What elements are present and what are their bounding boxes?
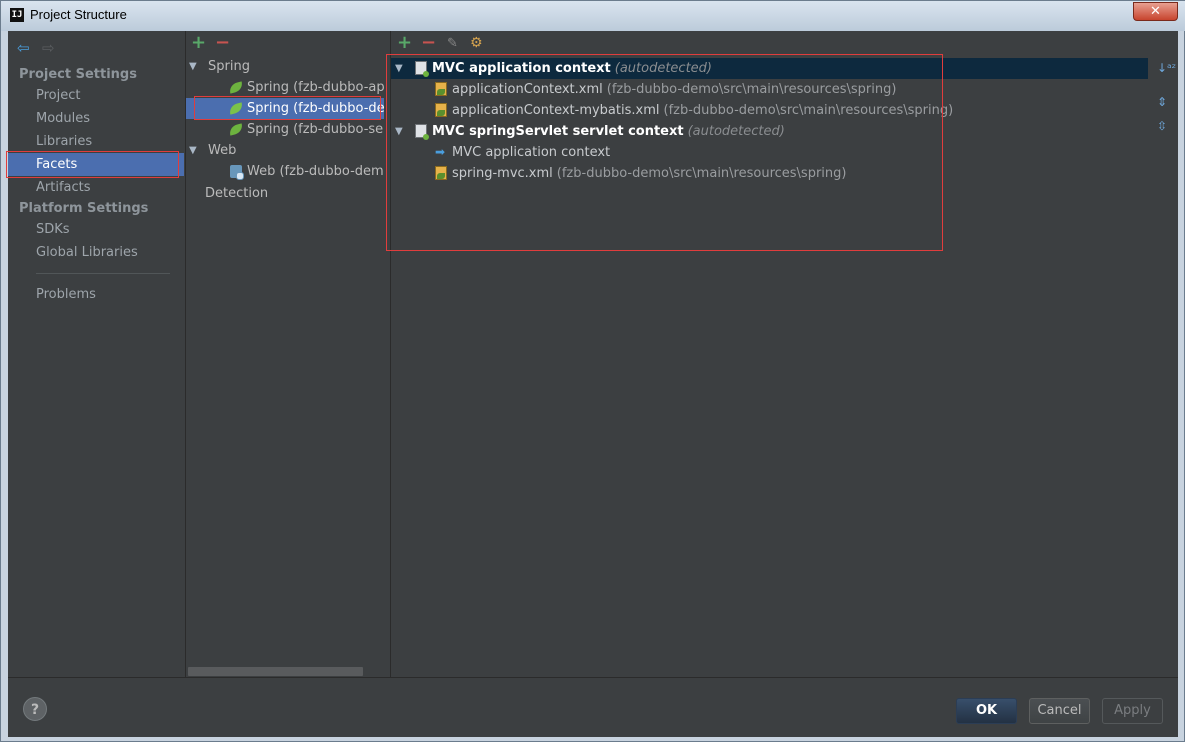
tree-group-label: Web	[208, 143, 237, 158]
back-arrow-icon[interactable]: ⇦	[17, 39, 30, 57]
tree-item-label: Detection	[205, 186, 269, 201]
annotation-box-contexts	[386, 54, 943, 251]
tree-group-web[interactable]: ▼ Web	[186, 140, 384, 161]
sidebar-item-libraries[interactable]: Libraries	[8, 130, 184, 153]
add-facet-button[interactable]: +	[191, 32, 206, 53]
sort-alphabetically-icon[interactable]: ↓ᵃᶻ	[1157, 61, 1176, 75]
project-settings-header: Project Settings	[19, 67, 137, 82]
sidebar-item-sdks[interactable]: SDKs	[8, 218, 184, 241]
cancel-button[interactable]: Cancel	[1029, 698, 1090, 724]
remove-context-button[interactable]: −	[421, 32, 436, 53]
settings-gear-icon[interactable]: ⚙	[470, 35, 483, 51]
edit-pencil-icon[interactable]: ✎	[447, 36, 458, 51]
tree-item-label: Web (fzb-dubbo-demo)	[247, 164, 384, 179]
spring-leaf-icon	[228, 123, 244, 136]
web-facet-icon	[230, 165, 244, 180]
remove-facet-button[interactable]: −	[215, 32, 230, 53]
ok-button[interactable]: OK	[956, 698, 1017, 724]
tree-item-spring-service[interactable]: Spring (fzb-dubbo-service)	[186, 119, 384, 140]
sidebar-item-artifacts[interactable]: Artifacts	[8, 176, 184, 199]
tree-item-detection[interactable]: Detection	[186, 183, 384, 204]
close-button[interactable]: ✕	[1133, 2, 1178, 21]
annotation-box-spring-demo	[194, 96, 381, 120]
platform-settings-header: Platform Settings	[19, 201, 149, 216]
expand-arrow-icon[interactable]: ▼	[189, 140, 197, 161]
title-bar: IJ Project Structure ✕	[1, 1, 1185, 31]
tree-group-spring[interactable]: ▼ Spring	[186, 56, 384, 77]
window-title: Project Structure	[30, 7, 127, 22]
help-button[interactable]: ?	[23, 697, 47, 721]
forward-arrow-icon[interactable]: ⇨	[42, 39, 55, 57]
tree-group-label: Spring	[208, 59, 250, 74]
dialog-button-bar: ? OK Cancel Apply	[8, 677, 1178, 737]
project-structure-dialog: IJ Project Structure ✕ ⇦ ⇨ Project Setti…	[0, 0, 1185, 742]
sidebar-item-project[interactable]: Project	[8, 84, 184, 107]
collapse-all-icon[interactable]: ⇳	[1157, 119, 1167, 133]
intellij-logo-icon: IJ	[10, 8, 24, 22]
sidebar-item-global-libraries[interactable]: Global Libraries	[8, 241, 184, 264]
expand-arrow-icon[interactable]: ▼	[189, 56, 197, 77]
tree-item-label: Spring (fzb-dubbo-api)	[247, 80, 384, 95]
tree-item-spring-api[interactable]: Spring (fzb-dubbo-api)	[186, 77, 384, 98]
annotation-box-facets	[6, 151, 179, 178]
sidebar-item-problems[interactable]: Problems	[8, 283, 184, 306]
dialog-body: ⇦ ⇨ Project Settings Project Modules Lib…	[6, 31, 1178, 737]
sidebar-divider	[36, 273, 170, 274]
apply-button[interactable]: Apply	[1102, 698, 1163, 724]
spring-leaf-icon	[228, 81, 244, 94]
expand-all-icon[interactable]: ⇕	[1157, 95, 1167, 109]
facets-tree-panel: + − ▼ Spring Spring (fzb-dubbo-api) Spri…	[185, 31, 384, 677]
sidebar-item-modules[interactable]: Modules	[8, 107, 184, 130]
tree-item-label: Spring (fzb-dubbo-service)	[247, 122, 384, 137]
settings-sidebar: ⇦ ⇨ Project Settings Project Modules Lib…	[8, 31, 184, 677]
add-context-button[interactable]: +	[397, 32, 412, 53]
horizontal-scrollbar[interactable]	[188, 667, 363, 676]
tree-item-web-demo[interactable]: Web (fzb-dubbo-demo)	[186, 161, 384, 182]
